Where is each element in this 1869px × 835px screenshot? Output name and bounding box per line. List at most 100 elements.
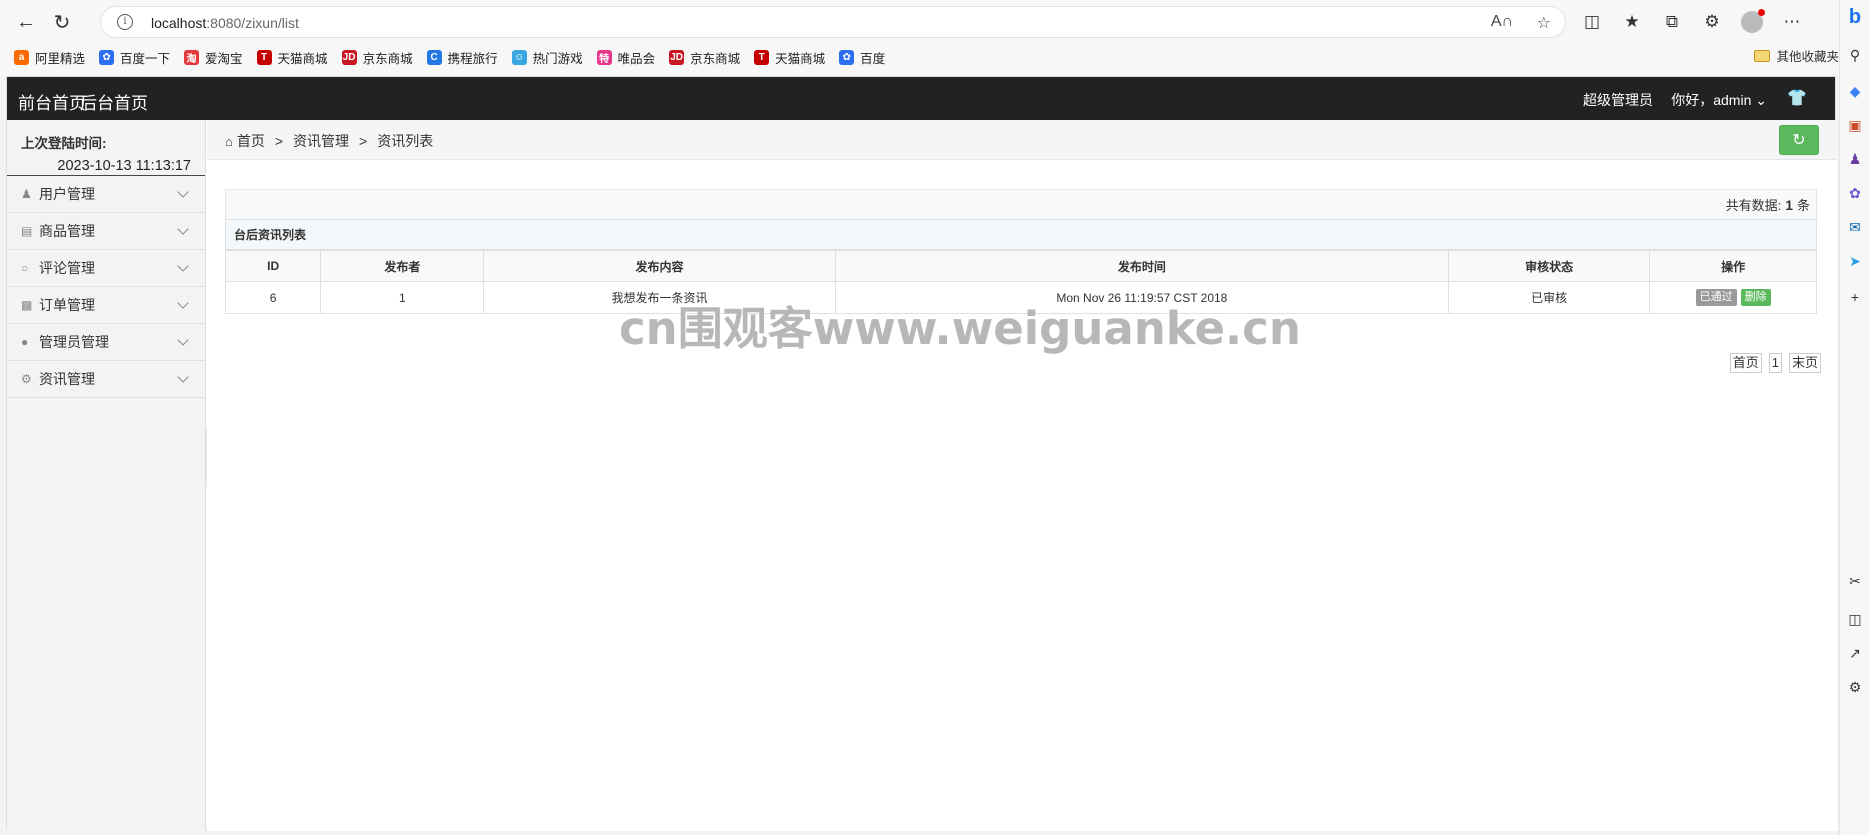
bag-icon: ▤: [21, 224, 33, 238]
favorite-star-icon[interactable]: ☆: [1537, 13, 1551, 33]
admin-app: 前台首页 后台首页 超级管理员 你好，admin ⌄ 👕 上次登陆时间: 202…: [6, 76, 1837, 831]
breadcrumb: ⌂ 首页 > 资讯管理 > 资讯列表: [225, 131, 433, 151]
col-header: 发布时间: [834, 250, 1450, 282]
breadcrumb-level2: 资讯列表: [377, 133, 434, 149]
add-icon[interactable]: +: [1846, 288, 1864, 306]
bookmark-item[interactable]: 淘爱淘宝: [184, 48, 243, 67]
total-prefix: 共有数据:: [1725, 198, 1782, 213]
col-header: 发布者: [320, 250, 485, 282]
bookmark-label: 爱淘宝: [205, 51, 243, 66]
front-home-link[interactable]: 前台首页: [18, 89, 86, 114]
bookmark-item[interactable]: 特唯品会: [596, 48, 656, 67]
address-bar[interactable]: i localhost:8080/zixun/list A∩ ☆: [100, 6, 1566, 38]
bookmark-label: 百度一下: [120, 51, 171, 66]
sidebar-menu: 上次登陆时间: 2023-10-13 11:13:17 ♟ 用户管理 ▤ 商品管理 ○ 评…: [7, 120, 206, 831]
collections-icon[interactable]: ⧉: [1652, 8, 1692, 36]
breadcrumb-home[interactable]: 首页: [237, 131, 265, 151]
pager-last[interactable]: 末页: [1788, 353, 1821, 373]
office-icon[interactable]: ✿: [1846, 184, 1864, 202]
extensions-icon[interactable]: ⚙: [1692, 8, 1732, 36]
sidebar-item[interactable]: ● 管理员管理: [7, 324, 205, 361]
refresh-button[interactable]: ↻: [1779, 125, 1819, 155]
sidebar-item[interactable]: ▩ 订单管理: [7, 287, 205, 324]
bookmark-label: 唯品会: [617, 51, 656, 66]
bookmark-favicon-icon: ☺: [511, 49, 527, 65]
more-menu-icon[interactable]: ⋯: [1772, 8, 1812, 36]
search-icon[interactable]: ⚲: [1846, 46, 1864, 64]
chevron-down-icon: [177, 260, 189, 272]
admin-role-label: 超级管理员: [1583, 92, 1653, 108]
external-link-icon[interactable]: ↗: [1846, 644, 1864, 662]
total-count: 1: [1785, 197, 1793, 213]
passed-badge[interactable]: 已通过: [1695, 289, 1737, 306]
send-icon[interactable]: ➤: [1846, 252, 1864, 270]
admin-user-dropdown[interactable]: 你好，admin ⌄: [1671, 90, 1767, 110]
site-info-icon[interactable]: i: [117, 14, 133, 30]
breadcrumb-separator: >: [274, 133, 284, 149]
delete-button[interactable]: 删除: [1740, 289, 1771, 306]
bookmark-item[interactable]: ✿ 百度一下: [99, 48, 170, 67]
bookmark-item[interactable]: ☺ 热门游戏: [511, 48, 583, 67]
theme-shirt-icon[interactable]: 👕: [1787, 88, 1807, 108]
chevron-down-icon: [177, 371, 189, 383]
chevron-down-icon: [177, 186, 189, 198]
chevron-down-icon: [177, 223, 189, 235]
split-screen-icon[interactable]: ◫: [1572, 8, 1612, 36]
browser-toolbar: ← ↻ i localhost:8080/zixun/list A∩ ☆ ◫ ★…: [0, 0, 1869, 76]
bookmark-label: 天猫商城: [775, 51, 826, 66]
table-header-row: ID 发布者 发布内容 发布时间 审核状态 操作: [224, 250, 1817, 282]
list-title: 台后资讯列表: [225, 219, 1817, 250]
profile-avatar[interactable]: [1732, 8, 1772, 36]
other-bookmarks-folder[interactable]: 其他收藏夹: [1754, 46, 1839, 65]
bookmark-label: 天猫商城: [277, 51, 328, 66]
sidebar-item-label: 订单管理: [39, 297, 95, 313]
bookmark-label: 阿里精选: [35, 51, 86, 66]
last-login-info: 上次登陆时间: 2023-10-13 11:13:17: [7, 120, 205, 176]
settings-icon[interactable]: ⚙: [1846, 678, 1864, 696]
bookmark-favicon-icon: a: [14, 49, 29, 65]
comment-icon: ○: [21, 261, 29, 275]
bookmark-item[interactable]: a 阿里精选: [14, 48, 85, 67]
toolbox-icon[interactable]: ▣: [1846, 116, 1864, 134]
browser-edge-sidebar: b ⚲ ◆ ▣ ♟ ✿ ✉ ➤ + ✂ ◫ ↗ ⚙: [1839, 0, 1869, 835]
pager-first[interactable]: 首页: [1729, 353, 1762, 373]
tag-icon[interactable]: ◆: [1846, 82, 1864, 100]
bookmark-label: 京东商城: [690, 51, 741, 66]
chevron-down-icon: ⌄: [1755, 92, 1767, 108]
back-arrow-icon[interactable]: ←: [12, 8, 40, 36]
other-bookmarks-label: 其他收藏夹: [1776, 50, 1839, 64]
last-login-label: 上次登陆时间:: [21, 136, 107, 151]
cell-id: 6: [224, 281, 322, 314]
cell-status: 已审核: [1447, 281, 1651, 314]
sidebar-item-label: 资讯管理: [39, 371, 95, 387]
sidebar-item[interactable]: ⚙ 资讯管理: [7, 361, 205, 398]
outlook-icon[interactable]: ✉: [1846, 218, 1864, 236]
favorites-icon[interactable]: ★: [1612, 8, 1652, 36]
bookmark-item[interactable]: JD 京东商城: [341, 48, 413, 67]
bookmark-item[interactable]: ✿ 百度: [839, 48, 885, 67]
breadcrumb-separator: >: [359, 133, 368, 149]
read-aloud-icon[interactable]: A∩: [1491, 13, 1513, 31]
copilot-icon[interactable]: b: [1846, 6, 1864, 28]
bookmark-item[interactable]: T 天猫商城: [754, 48, 825, 67]
reload-icon[interactable]: ↻: [48, 8, 76, 36]
bookmark-favicon-icon: ✿: [839, 49, 855, 65]
screenshot-icon[interactable]: ✂: [1846, 572, 1864, 590]
back-home-link[interactable]: 后台首页: [80, 89, 148, 114]
bookmark-item[interactable]: T 天猫商城: [256, 48, 328, 67]
sidebar-item[interactable]: ○ 评论管理: [7, 250, 205, 287]
sidebar-item-label: 评论管理: [39, 260, 95, 276]
bookmark-favicon-icon: T: [256, 49, 272, 65]
sidebar-item[interactable]: ▤ 商品管理: [7, 213, 205, 250]
sidebar-item[interactable]: ♟ 用户管理: [7, 176, 205, 213]
card-icon: ▩: [21, 298, 33, 312]
pager-current[interactable]: 1: [1768, 353, 1782, 373]
bookmark-item[interactable]: C 携程旅行: [426, 48, 498, 67]
person-icon[interactable]: ♟: [1846, 150, 1864, 168]
bookmark-item[interactable]: JD 京东商城: [669, 48, 740, 67]
bookmark-label: 百度: [860, 51, 886, 66]
main-content: ⌂ 首页 > 资讯管理 > 资讯列表 ↻ 共有数据:1条 台后资讯列表 ID: [207, 120, 1837, 831]
bookmark-label: 携程旅行: [447, 51, 498, 66]
sidebar-toggle-icon[interactable]: ◫: [1846, 610, 1864, 628]
col-header: 操作: [1649, 250, 1817, 282]
